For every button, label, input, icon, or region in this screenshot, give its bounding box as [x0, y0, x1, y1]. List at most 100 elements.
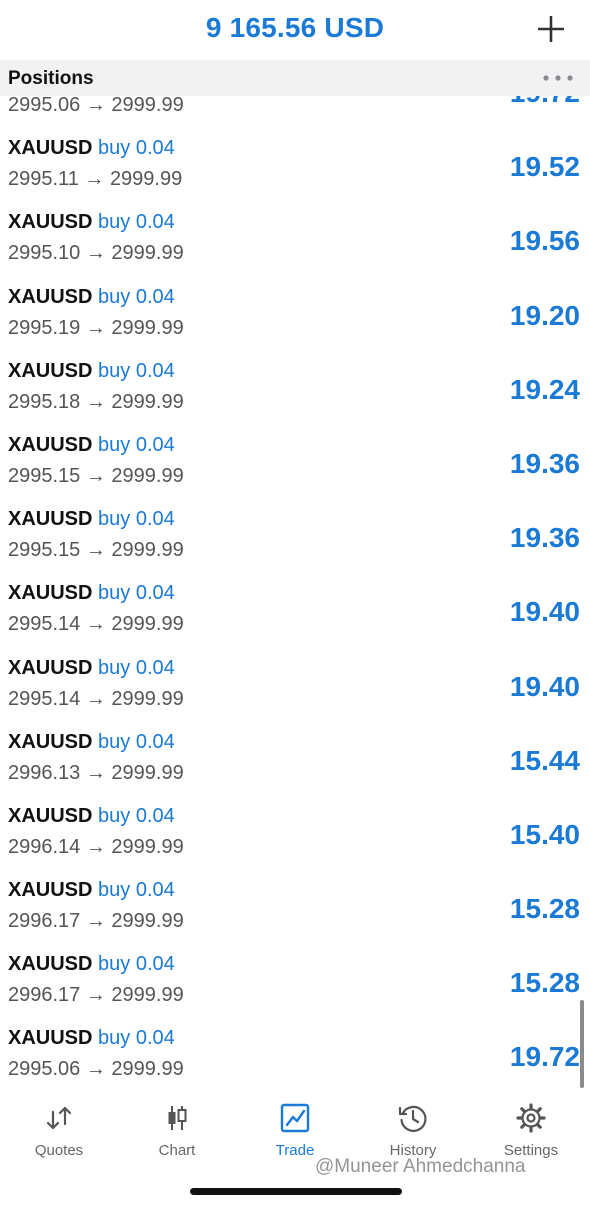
watermark: @Muneer Ahmedchanna: [315, 1156, 526, 1177]
quotes-arrows-icon: [43, 1102, 75, 1134]
position-open-price: 2996.13: [8, 761, 81, 784]
position-row[interactable]: XAUUSD buy 0.04 2995.10 → 2999.99 19.56: [0, 207, 590, 281]
position-prices: 2995.06 → 2999.99: [8, 1058, 184, 1081]
position-current-price: 2999.99: [111, 761, 184, 784]
position-current-price: 2999.99: [111, 1058, 184, 1081]
position-open-price: 2995.14: [8, 687, 81, 710]
home-indicator[interactable]: [190, 1188, 402, 1195]
top-bar: 9 165.56 USD: [0, 0, 590, 60]
position-symbol: XAUUSD: [8, 359, 93, 382]
history-clock-icon: [397, 1102, 429, 1134]
position-side-volume: buy 0.04: [98, 656, 175, 679]
position-row[interactable]: XAUUSD buy 0.04 2995.14 → 2999.99 19.40: [0, 578, 590, 652]
positions-title: Positions: [8, 68, 94, 89]
position-current-price: 2999.99: [111, 687, 184, 710]
positions-list[interactable]: XAUUSD buy 0.042995.06 → 2999.9919.72XAU…: [0, 96, 590, 1088]
tab-settings[interactable]: Settings: [472, 1102, 590, 1159]
position-symbol: XAUUSD: [8, 285, 93, 308]
position-title: XAUUSD buy 0.04: [8, 360, 175, 383]
position-profit: 19.24: [509, 373, 580, 405]
position-row[interactable]: XAUUSD buy 0.04 2995.19 → 2999.99 19.20: [0, 282, 590, 356]
arrow-right-icon: →: [84, 168, 105, 191]
position-row[interactable]: XAUUSD buy 0.042995.06 → 2999.9919.72: [0, 1023, 590, 1088]
position-open-price: 2995.14: [8, 613, 81, 636]
new-order-button[interactable]: [538, 16, 564, 42]
position-open-price: 2995.06: [8, 96, 81, 116]
position-symbol: XAUUSD: [8, 656, 93, 679]
position-open-price: 2995.19: [8, 316, 81, 339]
arrow-right-icon: →: [85, 761, 106, 784]
gear-icon: [515, 1102, 547, 1134]
position-title: XAUUSD buy 0.04: [8, 657, 175, 680]
tab-history[interactable]: History: [354, 1102, 472, 1159]
arrow-right-icon: →: [85, 687, 106, 710]
position-row[interactable]: XAUUSD buy 0.04 2995.14 → 2999.99 19.40: [0, 653, 590, 727]
arrow-right-icon: →: [85, 539, 106, 562]
position-side-volume: buy 0.04: [98, 211, 175, 234]
position-row[interactable]: XAUUSD buy 0.04 2995.11 → 2999.99 19.52: [0, 133, 590, 207]
position-profit: 19.36: [509, 522, 580, 554]
position-side-volume: buy 0.04: [98, 582, 175, 605]
position-current-price: 2999.99: [111, 984, 184, 1007]
position-current-price: 2999.99: [111, 242, 184, 265]
position-symbol: XAUUSD: [8, 1027, 93, 1050]
position-open-price: 2996.17: [8, 910, 81, 933]
position-current-price: 2999.99: [111, 316, 184, 339]
tab-label-chart: Chart: [158, 1142, 196, 1159]
position-prices: 2995.14 → 2999.99: [8, 613, 184, 636]
position-profit: 15.40: [509, 818, 580, 850]
position-side-volume: buy 0.04: [98, 359, 175, 382]
position-side-volume: buy 0.04: [98, 953, 175, 976]
positions-section-header: Positions: [0, 60, 590, 96]
arrow-right-icon: →: [85, 464, 106, 487]
arrow-right-icon: →: [85, 96, 106, 116]
arrow-right-icon: →: [85, 835, 106, 858]
position-row[interactable]: XAUUSD buy 0.04 2995.15 → 2999.99 19.36: [0, 504, 590, 578]
plus-icon: [538, 16, 564, 42]
position-row[interactable]: XAUUSD buy 0.04 2996.14 → 2999.99 15.40: [0, 801, 590, 875]
tab-chart[interactable]: Chart: [118, 1102, 236, 1159]
position-open-price: 2995.15: [8, 539, 81, 562]
account-balance[interactable]: 9 165.56 USD: [0, 12, 590, 44]
position-row[interactable]: XAUUSD buy 0.04 2995.15 → 2999.99 19.36: [0, 430, 590, 504]
position-profit: 15.28: [509, 893, 580, 925]
position-symbol: XAUUSD: [8, 879, 93, 902]
scroll-indicator[interactable]: [580, 1000, 584, 1088]
position-prices: 2995.15 → 2999.99: [8, 465, 184, 488]
position-title: XAUUSD buy 0.04: [8, 508, 175, 531]
position-prices: 2995.18 → 2999.99: [8, 391, 184, 414]
tab-quotes[interactable]: Quotes: [0, 1102, 118, 1159]
candlestick-chart-icon: [161, 1102, 193, 1134]
position-title: XAUUSD buy 0.04: [8, 953, 175, 976]
position-row[interactable]: XAUUSD buy 0.042995.06 → 2999.9919.72: [0, 96, 590, 133]
arrow-right-icon: →: [85, 242, 106, 265]
more-options-button[interactable]: [542, 68, 574, 88]
position-row[interactable]: XAUUSD buy 0.04 2996.17 → 2999.99 15.28: [0, 949, 590, 1023]
position-side-volume: buy 0.04: [98, 730, 175, 753]
position-open-price: 2996.14: [8, 835, 81, 858]
position-prices: 2996.14 → 2999.99: [8, 836, 184, 859]
position-open-price: 2995.06: [8, 1058, 81, 1081]
position-profit: 19.56: [509, 225, 580, 257]
position-open-price: 2995.10: [8, 242, 81, 265]
position-row[interactable]: XAUUSD buy 0.04 2996.17 → 2999.99 15.28: [0, 875, 590, 949]
arrow-right-icon: →: [85, 316, 106, 339]
position-symbol: XAUUSD: [8, 953, 93, 976]
position-symbol: XAUUSD: [8, 508, 93, 531]
position-side-volume: buy 0.04: [98, 879, 175, 902]
position-symbol: XAUUSD: [8, 211, 93, 234]
position-row[interactable]: XAUUSD buy 0.04 2996.13 → 2999.99 15.44: [0, 727, 590, 801]
position-title: XAUUSD buy 0.04: [8, 805, 175, 828]
position-profit: 19.20: [509, 299, 580, 331]
position-title: XAUUSD buy 0.04: [8, 731, 175, 754]
position-current-price: 2999.99: [111, 464, 184, 487]
tab-trade[interactable]: Trade: [236, 1102, 354, 1159]
position-prices: 2995.11 → 2999.99: [8, 168, 182, 191]
position-side-volume: buy 0.04: [98, 1027, 175, 1050]
position-row[interactable]: XAUUSD buy 0.04 2995.18 → 2999.99 19.24: [0, 356, 590, 430]
position-prices: 2995.15 → 2999.99: [8, 539, 184, 562]
more-horizontal-icon: [542, 68, 574, 88]
position-symbol: XAUUSD: [8, 433, 93, 456]
position-title: XAUUSD buy 0.04: [8, 1027, 175, 1050]
position-prices: 2995.19 → 2999.99: [8, 317, 184, 340]
